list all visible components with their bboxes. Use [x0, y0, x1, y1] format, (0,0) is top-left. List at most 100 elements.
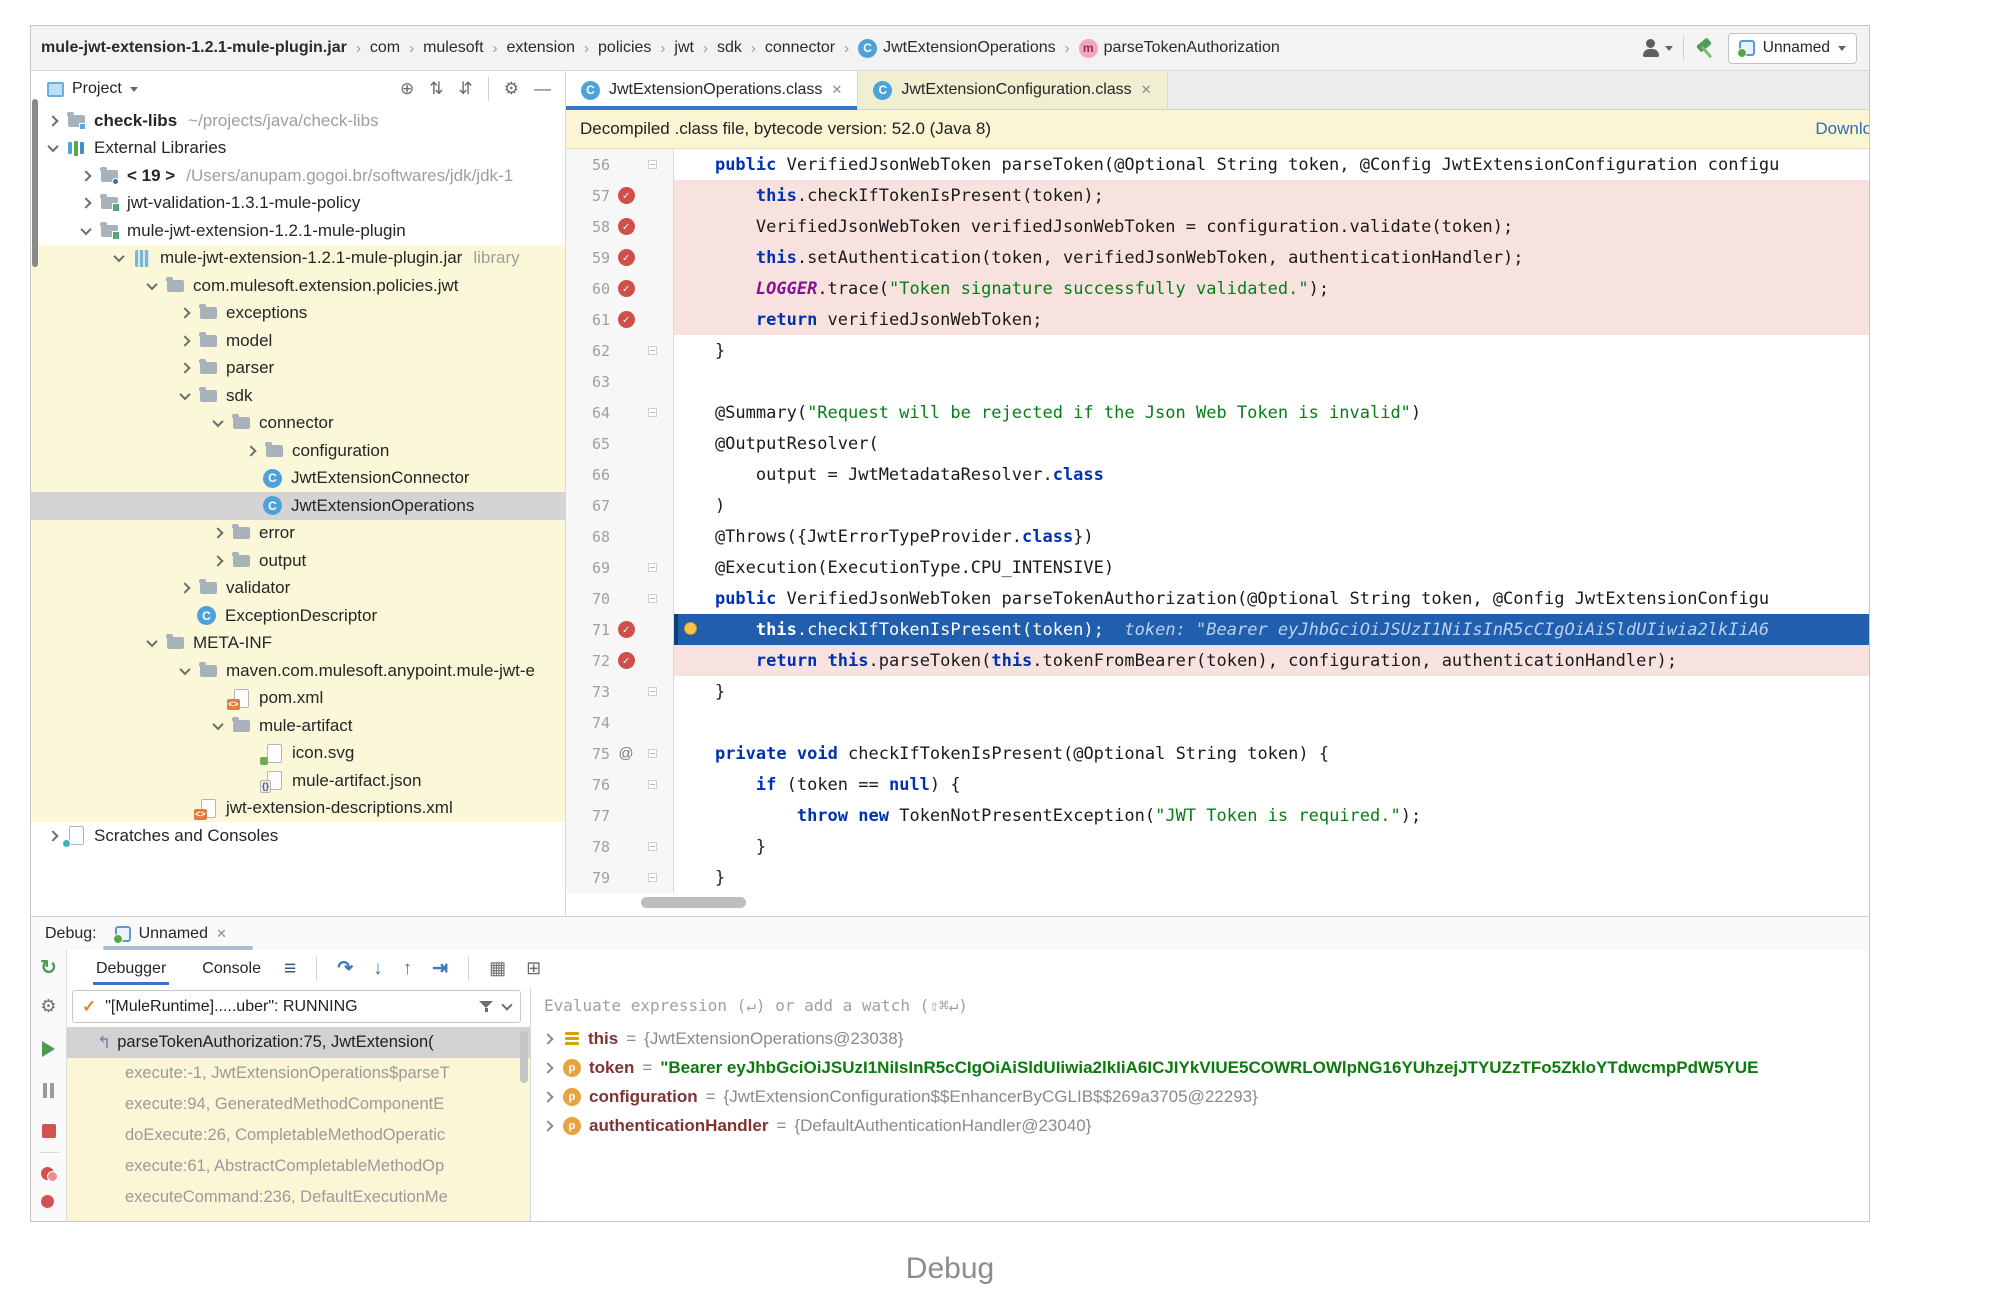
tree-item-com-mulesoft-extension-policies-jwt[interactable]: com.mulesoft.extension.policies.jwt [31, 272, 565, 300]
thread-selector[interactable]: ✓ "[MuleRuntime].....uber": RUNNING [72, 990, 521, 1023]
tree-item-jwt-validation-1-3-1-mule-policy[interactable]: jwt-validation-1.3.1-mule-policy [31, 190, 565, 218]
code-text[interactable]: this.setAuthentication(token, verifiedJs… [674, 242, 1870, 273]
tree-item-maven-com-mulesoft-anypoint-mule-jwt-e[interactable]: maven.com.mulesoft.anypoint.mule-jwt-e [31, 657, 565, 685]
tree-item-icon-svg[interactable]: icon.svg [31, 740, 565, 768]
code-text[interactable]: public VerifiedJsonWebToken parseToken(@… [674, 149, 1870, 180]
frame-row[interactable]: execute:61, AbstractCompletableMethodOp [67, 1151, 530, 1182]
breakpoint-icon[interactable]: ✓ [618, 280, 635, 297]
frame-row[interactable]: execute:-1, JwtExtensionOperations$parse… [67, 1058, 530, 1089]
tree-item-sdk[interactable]: sdk [31, 382, 565, 410]
step-into-button[interactable]: ↓ [373, 958, 383, 980]
tree-item-jwt-extension-descriptions-xml[interactable]: <>jwt-extension-descriptions.xml [31, 795, 565, 823]
download-link[interactable]: Download [1815, 119, 1870, 139]
chevron-right-icon[interactable] [206, 557, 230, 565]
breadcrumb-item-sdk[interactable]: sdk [717, 39, 742, 57]
view-breakpoints-button[interactable] [39, 1165, 59, 1183]
chevron-down-icon[interactable] [41, 144, 65, 152]
tree-item-19[interactable]: < 19 >/Users/anupam.gogoi.br/softwares/j… [31, 162, 565, 190]
tab-jwtextensionconfiguration-class[interactable]: CJwtExtensionConfiguration.class✕ [858, 71, 1167, 109]
code-text[interactable]: ) [674, 490, 1870, 521]
tree-item-check-libs[interactable]: check-libs~/projects/java/check-libs [31, 107, 565, 135]
filter-icon[interactable] [479, 1001, 493, 1012]
chevron-right-icon[interactable] [173, 364, 197, 372]
tab-jwtextensionoperations-class[interactable]: CJwtExtensionOperations.class✕ [566, 71, 858, 109]
collapse-all-button[interactable]: ⇵ [459, 79, 473, 99]
close-icon[interactable]: ✕ [216, 926, 227, 942]
tree-item-mule-jwt-extension-1-2-1-mule-plugin[interactable]: mule-jwt-extension-1.2.1-mule-plugin [31, 217, 565, 245]
chevron-right-icon[interactable] [542, 1091, 553, 1102]
chevron-down-icon[interactable] [107, 254, 131, 262]
evaluate-expression-button[interactable]: ▦ [489, 958, 506, 979]
breakpoint-icon[interactable]: ✓ [618, 249, 635, 266]
chevron-right-icon[interactable] [41, 832, 65, 840]
fold-marker[interactable] [642, 842, 662, 851]
tab-debugger[interactable]: Debugger [93, 953, 169, 985]
code-text[interactable]: @OutputResolver( [674, 428, 1870, 459]
mute-breakpoints-button[interactable] [39, 1193, 59, 1213]
fold-marker[interactable] [642, 749, 662, 758]
breadcrumb-item-connector[interactable]: connector [765, 39, 835, 57]
tree-item-model[interactable]: model [31, 327, 565, 355]
build-project-button[interactable] [1694, 36, 1718, 60]
chevron-right-icon[interactable] [542, 1033, 553, 1044]
tree-item-parser[interactable]: parser [31, 355, 565, 383]
tree-item-connector[interactable]: connector [31, 410, 565, 438]
breakpoint-icon[interactable]: ✓ [618, 652, 635, 669]
frame-row[interactable]: execute:94, GeneratedMethodComponentE [67, 1089, 530, 1120]
tab-console[interactable]: Console [199, 953, 264, 985]
code-text[interactable]: @Summary("Request will be rejected if th… [674, 397, 1870, 428]
code-text[interactable] [674, 366, 1870, 397]
horizontal-scrollbar[interactable] [641, 897, 746, 908]
tree-item-jwtextensionoperations[interactable]: CJwtExtensionOperations [31, 492, 565, 520]
code-text[interactable]: } [674, 335, 1870, 366]
tree-item-mule-artifact-json[interactable]: {}mule-artifact.json [31, 767, 565, 795]
code-text[interactable]: output = JwtMetadataResolver.class [674, 459, 1870, 490]
chevron-down-icon[interactable] [173, 667, 197, 675]
fold-marker[interactable] [642, 346, 662, 355]
breadcrumb-item-mulesoft[interactable]: mulesoft [423, 39, 483, 57]
chevron-down-icon[interactable] [140, 282, 164, 290]
chevron-right-icon[interactable] [206, 529, 230, 537]
code-text[interactable]: throw new TokenNotPresentException("JWT … [674, 800, 1870, 831]
breadcrumb-item-jwt[interactable]: jwt [674, 39, 694, 57]
breadcrumb-item-policies[interactable]: policies [598, 39, 651, 57]
breakpoint-icon[interactable]: ✓ [618, 218, 635, 235]
settings-gear-icon[interactable]: ⚙ [504, 79, 519, 99]
variable-row-this[interactable]: this = {JwtExtensionOperations@23038} [531, 1024, 1870, 1053]
code-text[interactable]: } [674, 862, 1870, 893]
code-text[interactable]: LOGGER.trace("Token signature successful… [674, 273, 1870, 304]
fold-marker[interactable] [642, 563, 662, 572]
chevron-right-icon[interactable] [173, 309, 197, 317]
close-icon[interactable]: ✕ [1141, 82, 1152, 98]
chevron-right-icon[interactable] [173, 584, 197, 592]
variable-row-configuration[interactable]: pconfiguration = {JwtExtensionConfigurat… [531, 1082, 1870, 1111]
tree-item-meta-inf[interactable]: META-INF [31, 630, 565, 658]
frame-row[interactable]: executeCommand:236, DefaultExecutionMe [67, 1182, 530, 1213]
tree-item-jwtextensionconnector[interactable]: CJwtExtensionConnector [31, 465, 565, 493]
code-text[interactable]: this.checkIfTokenIsPresent(token); [674, 180, 1870, 211]
stop-button[interactable] [42, 1124, 56, 1138]
debug-session-tab[interactable]: Unnamed ✕ [115, 925, 227, 943]
tree-item-exceptiondescriptor[interactable]: CExceptionDescriptor [31, 602, 565, 630]
chevron-right-icon[interactable] [542, 1062, 553, 1073]
chevron-down-icon[interactable] [74, 227, 98, 235]
code-text[interactable]: } [674, 831, 1870, 862]
step-over-button[interactable]: ↷ [337, 957, 353, 980]
tree-item-scratches-and-consoles[interactable]: Scratches and Consoles [31, 822, 565, 850]
chevron-right-icon[interactable] [542, 1120, 553, 1131]
code-text[interactable] [674, 707, 1870, 738]
debug-settings-button[interactable]: ⚙ [40, 996, 56, 1017]
watch-input[interactable]: Evaluate expression (↵) or add a watch (… [531, 987, 1870, 1024]
code-area[interactable]: 56 public VerifiedJsonWebToken parseToke… [566, 149, 1870, 916]
close-icon[interactable]: ✕ [831, 82, 842, 98]
chevron-right-icon[interactable] [239, 447, 263, 455]
run-to-cursor-button[interactable]: ⇥ [432, 957, 448, 980]
layout-settings-button[interactable]: ⊞ [526, 958, 541, 979]
breakpoint-icon[interactable]: ✓ [618, 187, 635, 204]
chevron-right-icon[interactable] [74, 172, 98, 180]
code-text[interactable]: public VerifiedJsonWebToken parseTokenAu… [674, 583, 1870, 614]
tree-item-mule-jwt-extension-1-2-1-mule-plugin-jar[interactable]: mule-jwt-extension-1.2.1-mule-plugin.jar… [31, 245, 565, 273]
code-text[interactable]: if (token == null) { [674, 769, 1870, 800]
tree-item-external-libraries[interactable]: External Libraries [31, 135, 565, 163]
tree-item-validator[interactable]: validator [31, 575, 565, 603]
